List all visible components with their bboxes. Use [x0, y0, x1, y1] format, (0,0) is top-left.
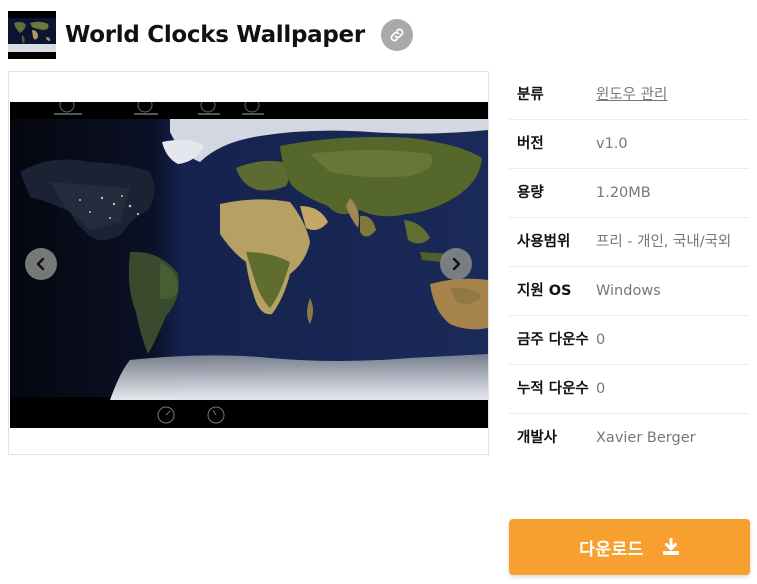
gallery-prev-button[interactable]	[25, 248, 57, 280]
info-row-weekly-downloads: 금주 다운수 0	[509, 316, 749, 365]
info-row-version: 버전 v1.0	[509, 120, 749, 169]
world-map-thumb-icon	[8, 11, 56, 59]
info-label: 금주 다운수	[517, 332, 589, 348]
info-row-size: 용량 1.20MB	[509, 169, 749, 218]
download-icon	[662, 538, 679, 555]
app-header: World Clocks Wallpaper	[8, 10, 413, 60]
info-row-total-downloads: 누적 다운수 0	[509, 365, 749, 414]
info-label: 개발사	[517, 430, 558, 446]
chevron-left-icon	[36, 257, 45, 271]
info-label: 용량	[517, 185, 544, 201]
info-label: 사용범위	[517, 234, 571, 250]
info-label: 지원 OS	[517, 283, 572, 299]
info-label: 버전	[517, 136, 544, 152]
chevron-right-icon	[452, 257, 461, 271]
gallery-next-button[interactable]	[440, 248, 472, 280]
app-info-table: 분류 윈도우 관리 버전 v1.0 용량 1.20MB 사용범위 프리 - 개인…	[509, 71, 749, 462]
info-row-category: 분류 윈도우 관리	[509, 71, 749, 120]
screenshot-gallery	[8, 71, 489, 455]
download-label: 다운로드	[579, 539, 644, 560]
page-title: World Clocks Wallpaper	[65, 22, 365, 48]
info-value: 0	[596, 332, 606, 348]
copy-link-button[interactable]	[380, 19, 413, 51]
info-row-developer: 개발사 Xavier Berger	[509, 414, 749, 462]
screenshot-image	[10, 102, 488, 428]
info-value: 1.20MB	[596, 185, 651, 201]
info-value: 윈도우 관리	[596, 83, 749, 107]
info-value: Windows	[596, 283, 661, 299]
info-value: 0	[596, 381, 606, 397]
app-thumbnail	[8, 11, 56, 59]
info-row-os: 지원 OS Windows	[509, 267, 749, 316]
info-label: 분류	[517, 87, 544, 103]
info-label: 누적 다운수	[517, 381, 589, 397]
info-value: 프리 - 개인, 국내/국외	[596, 234, 732, 250]
link-icon	[390, 28, 404, 42]
clock-strip-bottom	[10, 400, 488, 428]
world-map-screenshot	[10, 102, 488, 428]
info-row-license: 사용범위 프리 - 개인, 국내/국외	[509, 218, 749, 267]
category-link[interactable]: 윈도우 관리	[596, 87, 667, 103]
download-button[interactable]: 다운로드	[509, 519, 750, 575]
info-value: v1.0	[596, 136, 628, 152]
info-value: Xavier Berger	[596, 430, 696, 446]
